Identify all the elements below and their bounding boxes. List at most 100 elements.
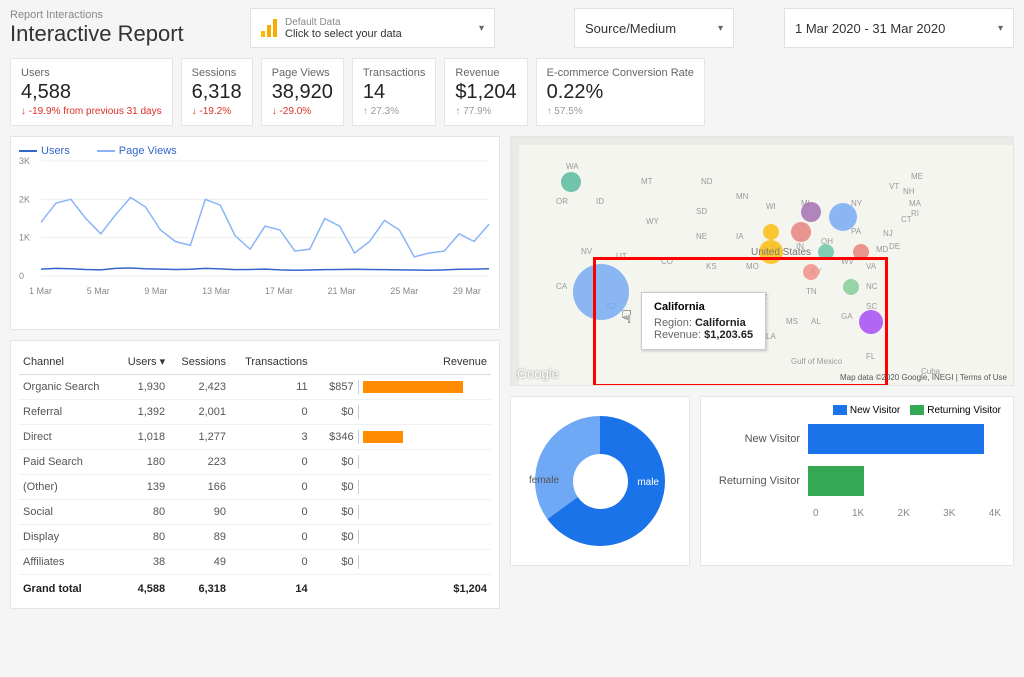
date-range-value: 1 Mar 2020 - 31 Mar 2020: [795, 21, 945, 36]
page-title: Interactive Report: [10, 21, 240, 47]
svg-text:2K: 2K: [19, 194, 30, 204]
map-bubble[interactable]: [561, 172, 581, 192]
map-state-label: DE: [889, 242, 900, 251]
metric-label: Page Views: [272, 67, 333, 79]
metric-delta: ↓ -19.2%: [192, 106, 242, 117]
tooltip-title: California: [654, 301, 753, 313]
donut-label-male: male: [637, 477, 659, 488]
map-state-label: OR: [556, 197, 568, 206]
donut-label-female: female: [529, 475, 559, 486]
table-row[interactable]: Organic Search1,9302,42311 $857: [19, 375, 491, 400]
dimension-selector[interactable]: Source/Medium ▾: [574, 8, 734, 48]
table-total-row: Grand total4,5886,31814$1,204: [19, 575, 491, 601]
pointer-icon: ☟: [621, 307, 632, 328]
legend-item: Returning Visitor: [910, 405, 1001, 416]
channel-table-panel: ChannelUsers ▾SessionsTransactionsRevenu…: [10, 340, 500, 609]
metric-value: 4,588: [21, 81, 162, 104]
metric-card[interactable]: Transactions 14 ↑ 27.3%: [352, 58, 437, 126]
table-header[interactable]: Sessions: [169, 349, 230, 375]
metric-card[interactable]: Users 4,588 ↓ -19.9% from previous 31 da…: [10, 58, 173, 126]
metric-card[interactable]: Page Views 38,920 ↓ -29.0%: [261, 58, 344, 126]
header-bar: Report Interactions Interactive Report D…: [10, 8, 1014, 48]
metric-value: 38,920: [272, 81, 333, 104]
bar-axis: 01K2K3K4K: [713, 508, 1001, 519]
map-state-label: CT: [901, 215, 912, 224]
metric-value: 6,318: [192, 81, 242, 104]
map-state-label: MT: [641, 177, 653, 186]
metric-value: $1,204: [455, 81, 516, 104]
map-state-label: MN: [736, 192, 748, 201]
metric-delta: ↑ 27.3%: [363, 106, 426, 117]
map-bubble[interactable]: [791, 222, 811, 242]
metric-card[interactable]: E-commerce Conversion Rate 0.22% ↑ 57.5%: [536, 58, 705, 126]
map-state-label: PA: [851, 227, 861, 236]
map-attribution: Map data ©2020 Google, INEGI | Terms of …: [840, 373, 1007, 382]
metric-label: Users: [21, 67, 162, 79]
metric-card[interactable]: Sessions 6,318 ↓ -19.2%: [181, 58, 253, 126]
data-source-selector[interactable]: Default Data Click to select your data ▾: [250, 8, 495, 48]
map-state-label: SD: [696, 207, 707, 216]
map-bubble[interactable]: [801, 202, 821, 222]
map-state-label: RI: [911, 209, 919, 218]
table-header[interactable]: Channel: [19, 349, 117, 375]
map-panel[interactable]: WAORIDMTNDMNWIMINYMEVTNHMARICTNJPAOHINIL…: [510, 136, 1014, 386]
map-tooltip: California Region: California Revenue: $…: [641, 292, 766, 350]
map-state-label: CA: [556, 282, 567, 291]
legend-users: Users: [41, 145, 70, 157]
metric-label: Revenue: [455, 67, 516, 79]
metric-delta: ↑ 57.5%: [547, 106, 694, 117]
table-header[interactable]: Transactions: [230, 349, 312, 375]
channel-table: ChannelUsers ▾SessionsTransactionsRevenu…: [19, 349, 491, 600]
map-state-label: WY: [646, 217, 659, 226]
map-state-label: WA: [566, 162, 579, 171]
title-block: Report Interactions Interactive Report: [10, 9, 240, 47]
table-row[interactable]: (Other)1391660 $0: [19, 475, 491, 500]
google-logo: Google: [517, 366, 559, 381]
table-row[interactable]: Display80890 $0: [19, 525, 491, 550]
date-range-selector[interactable]: 1 Mar 2020 - 31 Mar 2020 ▾: [784, 8, 1014, 48]
map-state-label: ME: [911, 172, 923, 181]
chevron-down-icon: ▾: [479, 23, 484, 34]
map-state-label: ID: [596, 197, 604, 206]
chevron-down-icon: ▾: [998, 23, 1003, 34]
svg-text:0: 0: [19, 271, 24, 281]
map-state-label: MD: [876, 245, 888, 254]
metric-label: Sessions: [192, 67, 242, 79]
map-state-label: NH: [903, 187, 915, 196]
dimension-value: Source/Medium: [585, 21, 676, 36]
metric-label: E-commerce Conversion Rate: [547, 67, 694, 79]
visitor-bar-panel[interactable]: New Visitor Returning Visitor New Visitor…: [700, 396, 1014, 566]
map-bubble[interactable]: [829, 203, 857, 231]
metric-card[interactable]: Revenue $1,204 ↑ 77.9%: [444, 58, 527, 126]
table-row[interactable]: Social80900 $0: [19, 500, 491, 525]
svg-text:3K: 3K: [19, 156, 30, 166]
table-header[interactable]: Revenue: [312, 349, 491, 375]
donut-chart-panel[interactable]: female male: [510, 396, 690, 566]
table-row[interactable]: Direct1,0181,2773 $346: [19, 425, 491, 450]
metric-label: Transactions: [363, 67, 426, 79]
map-state-label: NJ: [883, 229, 893, 238]
x-axis: 1 Mar5 Mar9 Mar13 Mar17 Mar21 Mar25 Mar2…: [19, 286, 491, 296]
svg-text:1K: 1K: [19, 233, 30, 243]
data-source-label: Default Data: [285, 17, 402, 28]
table-row[interactable]: Referral1,3922,0010 $0: [19, 400, 491, 425]
table-row[interactable]: Paid Search1802230 $0: [19, 450, 491, 475]
line-chart[interactable]: 01K2K3K 1 Mar5 Mar9 Mar13 Mar17 Mar21 Ma…: [19, 161, 491, 321]
metric-delta: ↓ -29.0%: [272, 106, 333, 117]
analytics-icon: [261, 19, 277, 37]
legend-item: New Visitor: [833, 405, 900, 416]
table-row[interactable]: Affiliates38490 $0: [19, 550, 491, 575]
page-subtitle: Report Interactions: [10, 9, 240, 21]
map-state-label: MA: [909, 199, 921, 208]
metric-value: 14: [363, 81, 426, 104]
map-bubble[interactable]: [763, 224, 779, 240]
metrics-row: Users 4,588 ↓ -19.9% from previous 31 da…: [10, 58, 1014, 126]
chart-legend: Users Page Views: [19, 145, 491, 157]
table-header[interactable]: Users ▾: [117, 349, 169, 375]
line-chart-panel: Users Page Views 0 1K 2K 3K 1 Mar5 Mar9 Mar…: [10, 136, 500, 330]
map-country-label: United States: [751, 247, 811, 258]
map-state-label: VT: [889, 182, 899, 191]
bar-row: New Visitor: [713, 424, 1001, 454]
map-state-label: NE: [696, 232, 707, 241]
chevron-down-icon: ▾: [718, 23, 723, 34]
